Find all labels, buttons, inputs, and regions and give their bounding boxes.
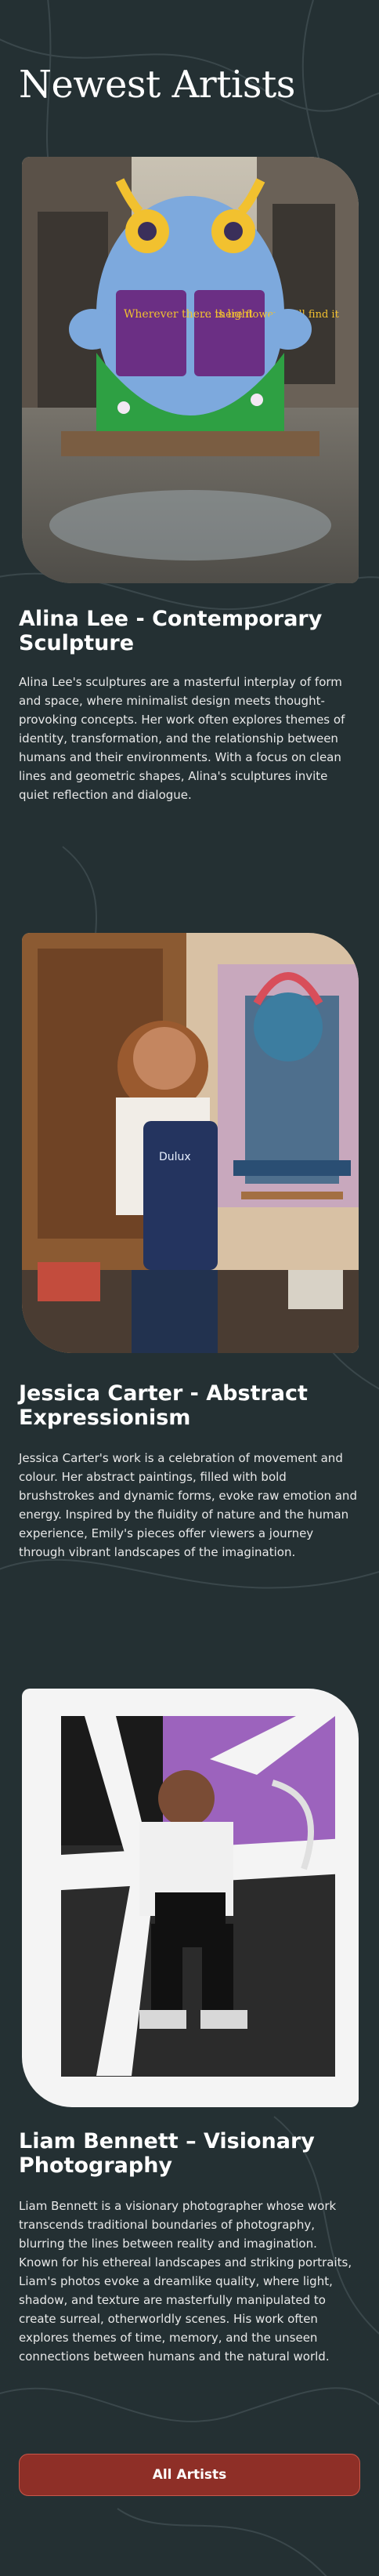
artist-bio: Liam Bennett is a visionary photographer… [19, 2199, 352, 2364]
sculpture-photo: Wherever there is light ... there flower… [22, 157, 359, 583]
artist-image-jessica-carter: Dulux [22, 933, 359, 1353]
artist-bio: Jessica Carter's work is a celebration o… [19, 1451, 357, 1559]
apron-text: Dulux [159, 1151, 191, 1163]
page-title: Newest Artists [19, 63, 295, 107]
painter-photo: Dulux [22, 933, 359, 1353]
artist-image-liam-bennett [22, 1689, 359, 2107]
artist-name: Alina Lee - Contemporary Sculpture [19, 607, 323, 655]
all-artists-button[interactable]: All Artists [19, 2454, 360, 2496]
artist-image-alina-lee: Wherever there is light ... there flower… [22, 157, 359, 583]
artist-name: Liam Bennett – Visionary Photography [19, 2129, 315, 2178]
portrait-photo [22, 1689, 359, 2107]
artist-name: Jessica Carter - Abstract Expressionism [19, 1381, 308, 1430]
artist-bio: Alina Lee's sculptures are a masterful i… [19, 675, 345, 802]
